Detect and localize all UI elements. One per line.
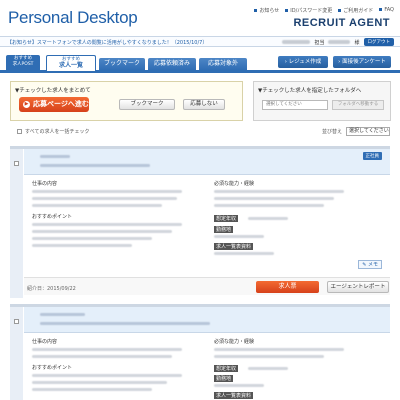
job-title-redacted[interactable] [40, 164, 150, 167]
salary-label: 想定年収 [214, 365, 239, 372]
decline-button[interactable]: 応募しない [183, 99, 225, 110]
top-links: お知らせ ID/パスワード変更 ご利用ガイド FAQ [254, 7, 394, 14]
job-title-redacted[interactable] [40, 322, 210, 325]
bulk-action-panel: ▼チェックした求人をまとめて ▶ 応募ページへ進む ブックマーク 応募しない [10, 81, 243, 121]
arrow-icon: ▶ [23, 101, 30, 108]
logo[interactable]: Personal Desktop [8, 8, 138, 28]
brand-logo: RECRUIT AGENT [293, 17, 390, 29]
location-label: 勤務地 [214, 226, 234, 233]
check-all[interactable]: すべての求人を一括チェック [17, 128, 89, 135]
employment-badge: 正社員 [362, 152, 382, 160]
job-card: 正社員 仕事の内容 おすすめポイント 必須な能力・経験 想定年収 勤務地 求人一… [10, 146, 390, 298]
detail-label: 求人一覧表資料 [214, 243, 254, 250]
sort-control: 並び替え 選択してください [322, 127, 390, 136]
job-card-header: 正社員 [24, 149, 390, 175]
skill-label: 必須な能力・経験 [214, 181, 255, 187]
salary-label: 想定年収 [214, 215, 239, 222]
sort-select[interactable]: 選択してください [346, 127, 390, 136]
notice-text[interactable]: 【お知らせ】スマートフォンで求人の閲覧に活用がしやすくなりました！（2015/1… [7, 39, 207, 46]
location-label: 勤務地 [214, 375, 234, 382]
memo-button[interactable]: ✎ メモ [358, 260, 382, 269]
survey-button[interactable]: › 面接後アンケート [333, 56, 391, 68]
folder-select[interactable]: 選択してください [262, 100, 328, 110]
folder-panel: ▼チェックした求人を指定したフォルダへ 選択してください フォルダへ移動する [253, 81, 391, 121]
agent-report-button[interactable]: エージェントレポート [327, 281, 389, 293]
tab-applied[interactable]: 応募依頼済み [148, 58, 196, 70]
tab-bookmark[interactable]: ブックマーク [99, 58, 145, 70]
job-checkbox[interactable] [14, 161, 19, 166]
recommend-post-tab[interactable]: おすすめ 求人POST [6, 55, 40, 70]
logout-button[interactable]: ログアウト [363, 38, 394, 46]
tab-job-list[interactable]: おすすめ 求人一覧 [46, 55, 96, 71]
job-label: 仕事の内容 [32, 339, 58, 345]
check-all-checkbox[interactable] [17, 129, 22, 134]
top-link-password[interactable]: ID/パスワード変更 [285, 7, 332, 14]
resume-button[interactable]: › レジュメ作成 [278, 56, 328, 68]
skill-label: 必須な能力・経験 [214, 339, 255, 345]
notice-bar: 【お知らせ】スマートフォンで求人の閲覧に活用がしやすくなりました！（2015/1… [0, 36, 400, 47]
folder-title: ▼チェックした求人を指定したフォルダへ [258, 88, 362, 94]
job-card: 仕事の内容 おすすめポイント 必須な能力・経験 想定年収 勤務地 求人一覧表資料 [10, 304, 390, 400]
job-card-header [24, 307, 390, 333]
header: Personal Desktop お知らせ ID/パスワード変更 ご利用ガイド … [0, 0, 400, 34]
job-checkbox[interactable] [14, 319, 19, 324]
top-link-news[interactable]: お知らせ [254, 7, 279, 14]
folder-move-button[interactable]: フォルダへ移動する [332, 100, 384, 110]
user-name-prefix: 担当 [314, 39, 325, 46]
top-link-faq[interactable]: FAQ [379, 7, 394, 14]
sort-label: 並び替え [321, 129, 342, 135]
job-card-footer: 紹介日：2015/09/22 求人票 エージェントレポート [24, 277, 390, 295]
point-label: おすすめポイント [32, 214, 73, 220]
user-area: 担当 様 ログアウト [282, 38, 394, 46]
top-link-guide[interactable]: ご利用ガイド [338, 7, 373, 14]
bookmark-button[interactable]: ブックマーク [119, 99, 175, 110]
bulk-title: ▼チェックした求人をまとめて [15, 88, 91, 94]
tab-excluded[interactable]: 応募対象外 [199, 58, 247, 70]
user-name-redacted [328, 40, 351, 44]
apply-button[interactable]: ▶ 応募ページへ進む [19, 97, 89, 112]
user-suffix: 様 [354, 39, 360, 46]
job-ticket-button[interactable]: 求人票 [256, 281, 319, 293]
job-label: 仕事の内容 [32, 181, 58, 187]
user-id-redacted [282, 40, 311, 44]
main-nav: おすすめ 求人POST おすすめ 求人一覧 ブックマーク 応募依頼済み 応募対象… [0, 55, 400, 73]
referral-date: 紹介日：2015/09/22 [27, 286, 76, 292]
point-label: おすすめポイント [32, 365, 73, 371]
detail-label: 求人一覧表資料 [214, 392, 254, 399]
